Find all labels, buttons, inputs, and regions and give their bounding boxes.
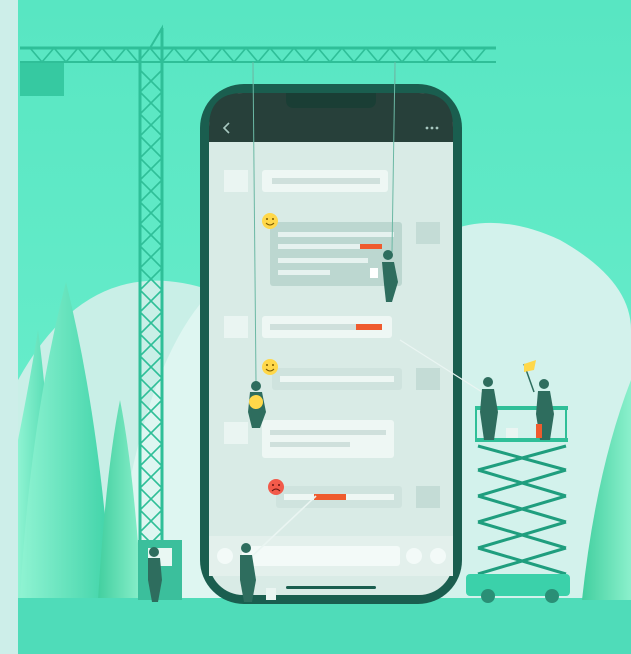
ground bbox=[18, 598, 631, 654]
phone-mockup bbox=[200, 84, 462, 604]
progress-fill bbox=[314, 494, 346, 500]
app-construction-illustration bbox=[0, 0, 631, 654]
avatar bbox=[224, 170, 248, 192]
progress-fill bbox=[360, 244, 382, 249]
avatar bbox=[224, 422, 248, 444]
more-dots-icon[interactable] bbox=[425, 126, 439, 130]
avatar bbox=[416, 222, 440, 244]
chat-bubble-2 bbox=[270, 222, 402, 286]
avatar bbox=[416, 486, 440, 508]
phone-notch bbox=[286, 93, 376, 108]
smile-emoji-icon bbox=[262, 359, 278, 375]
sad-emoji-icon bbox=[268, 479, 284, 495]
home-indicator bbox=[286, 586, 376, 589]
avatar bbox=[416, 368, 440, 390]
progress-fill bbox=[356, 324, 382, 330]
chat-bubble-5 bbox=[262, 420, 394, 458]
message-input[interactable] bbox=[242, 546, 400, 566]
smile-emoji-icon bbox=[262, 213, 278, 229]
avatar bbox=[224, 316, 248, 338]
